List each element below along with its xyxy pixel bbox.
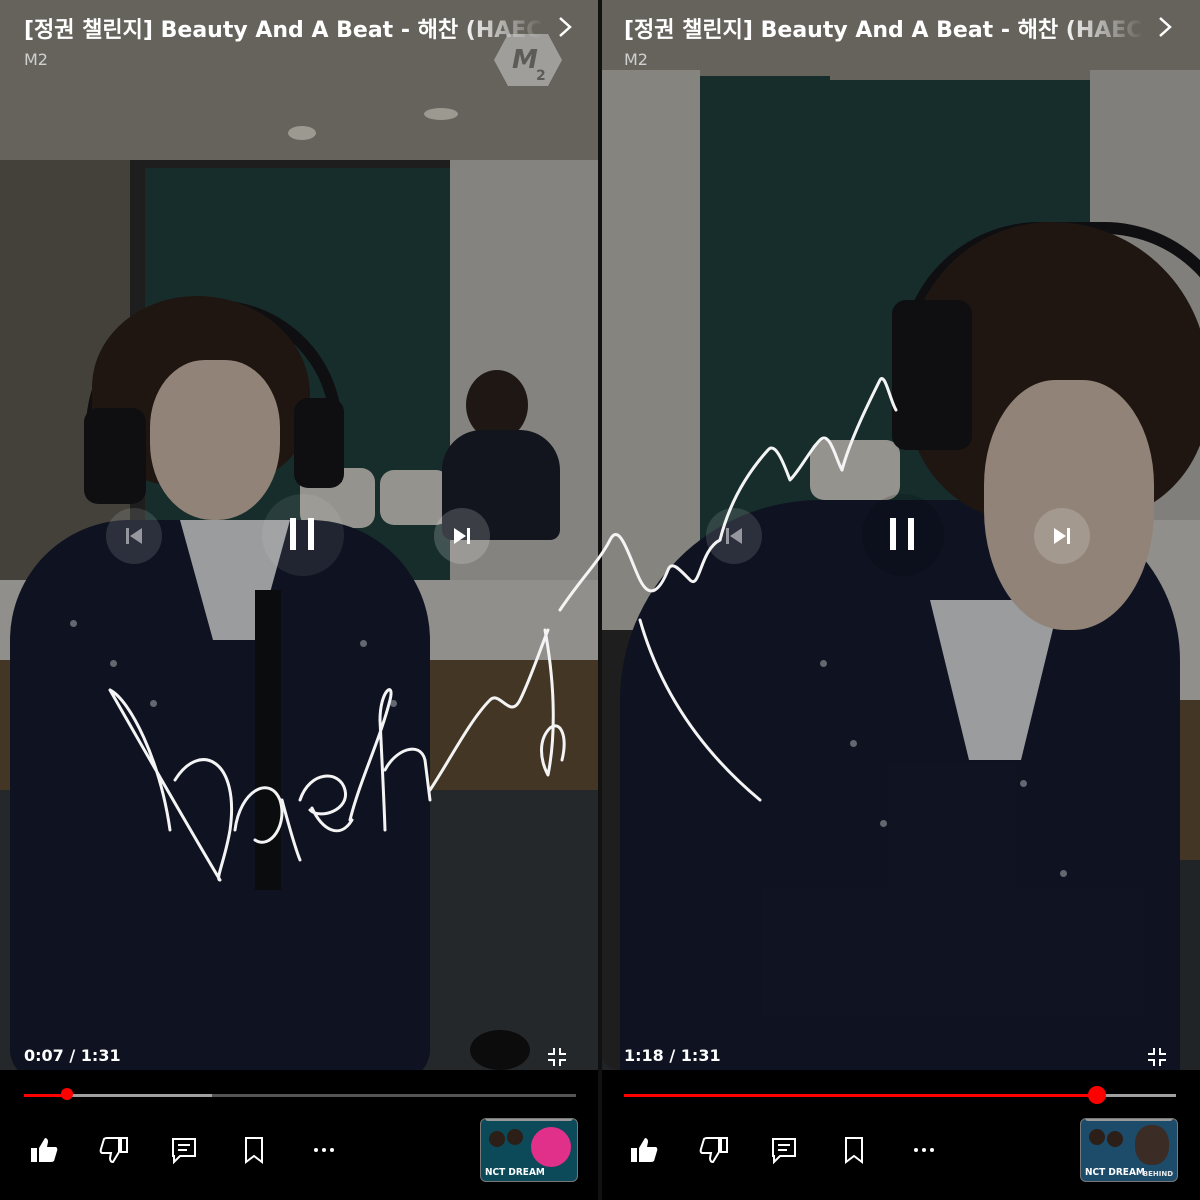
save-icon[interactable] (838, 1134, 870, 1166)
thumbnail-figure (507, 1129, 523, 1145)
time-separator: / (63, 1046, 81, 1065)
progress-scrubber[interactable] (1088, 1086, 1107, 1104)
duration: 1:31 (680, 1046, 721, 1065)
thumbnail-figure (1089, 1129, 1105, 1145)
pause-icon (290, 518, 314, 550)
previous-button[interactable] (706, 508, 762, 564)
next-button[interactable] (434, 508, 490, 564)
video-title[interactable]: [정권 챌린지] Beauty And A Beat - 해찬 (HAECHAN… (24, 12, 544, 44)
exit-fullscreen-icon[interactable] (1146, 1046, 1168, 1068)
thumbnail-figure (1107, 1131, 1123, 1147)
svg-text:M: M (512, 45, 538, 75)
next-icon (1054, 528, 1070, 544)
panel-divider (598, 0, 602, 1200)
next-icon (454, 528, 470, 544)
comment-icon[interactable] (168, 1134, 200, 1166)
shelf-thumbnail[interactable]: NCT DREAM BEHIND (1080, 1118, 1178, 1182)
previous-icon (126, 528, 142, 544)
more-icon[interactable] (908, 1134, 940, 1166)
progress-played (624, 1094, 1098, 1097)
pause-button[interactable] (862, 494, 944, 576)
save-icon[interactable] (238, 1134, 270, 1166)
video-title[interactable]: [정권 챌린지] Beauty And A Beat - 해찬 (HAECHAN… (624, 12, 1144, 44)
time-separator: / (663, 1046, 681, 1065)
comment-icon[interactable] (768, 1134, 800, 1166)
duration: 1:31 (80, 1046, 121, 1065)
thumbnail-stack (1085, 1119, 1173, 1121)
time-display: 0:07 / 1:31 (24, 1046, 121, 1065)
thumbnail-label: NCT DREAM (1085, 1167, 1145, 1178)
current-time: 1:18 (624, 1046, 664, 1065)
shorts-player-right: [정권 챌린지] Beauty And A Beat - 해찬 (HAECHAN… (600, 0, 1200, 1200)
svg-text:2: 2 (536, 68, 546, 84)
more-icon[interactable] (308, 1134, 340, 1166)
thumbnail-stack (485, 1119, 573, 1121)
shelf-thumbnail[interactable]: NCT DREAM (480, 1118, 578, 1182)
like-icon[interactable] (628, 1134, 660, 1166)
dislike-icon[interactable] (698, 1134, 730, 1166)
pause-button[interactable] (262, 494, 344, 576)
thumbnail-portrait (1135, 1125, 1169, 1165)
time-display: 1:18 / 1:31 (624, 1046, 721, 1065)
dislike-icon[interactable] (98, 1134, 130, 1166)
exit-fullscreen-icon[interactable] (546, 1046, 568, 1068)
current-time: 0:07 (24, 1046, 64, 1065)
m2-badge (531, 1127, 571, 1167)
like-icon[interactable] (28, 1134, 60, 1166)
previous-button[interactable] (106, 508, 162, 564)
thumbnail-figure (489, 1131, 505, 1147)
pause-icon (890, 518, 914, 550)
shorts-player-left: [정권 챌린지] Beauty And A Beat - 해찬 (HAECHAN… (0, 0, 600, 1200)
channel-name[interactable]: M2 (624, 50, 648, 69)
next-button[interactable] (1034, 508, 1090, 564)
chevron-right-icon[interactable] (1152, 12, 1178, 42)
previous-icon (726, 528, 742, 544)
channel-name[interactable]: M2 (24, 50, 48, 69)
progress-scrubber[interactable] (60, 1088, 73, 1100)
thumbnail-sublabel: BEHIND (1142, 1170, 1173, 1178)
thumbnail-label: NCT DREAM (485, 1167, 545, 1178)
m2-logo: M 2 (494, 34, 562, 86)
